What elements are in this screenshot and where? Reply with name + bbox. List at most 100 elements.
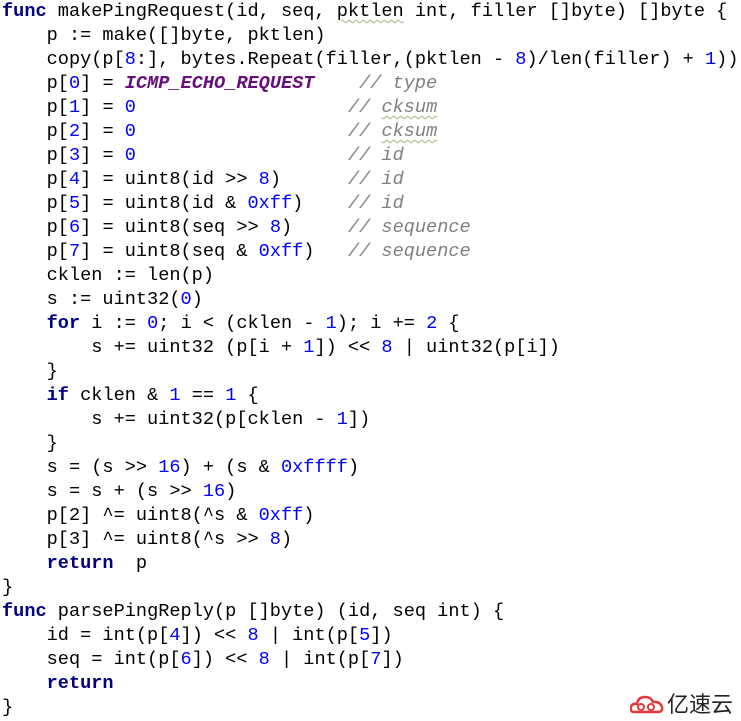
code-line: cklen := len(p) <box>2 264 739 288</box>
code-text: ) <box>191 289 203 310</box>
code-text: ) + (s & <box>180 457 281 478</box>
code-line: p[6] = uint8(seq >> 8) // sequence <box>2 216 739 240</box>
keyword: return <box>46 673 114 694</box>
code-line: s = (s >> 16) + (s & 0xffff) <box>2 456 739 480</box>
code-text: s += uint32(p[cklen - <box>2 409 337 430</box>
code-line: p[7] = uint8(seq & 0xff) // sequence <box>2 240 739 264</box>
number-literal: 0xff <box>258 241 304 262</box>
code-line: s := uint32(0) <box>2 288 739 312</box>
code-line: s += uint32 (p[i + 1]) << 8 | uint32(p[i… <box>2 336 739 360</box>
code-text: ) <box>225 481 237 502</box>
number-literal: 1 <box>325 313 337 334</box>
code-text: ]) << <box>314 337 382 358</box>
number-literal: 1 <box>68 97 81 118</box>
code-text: p <box>113 553 148 574</box>
code-text: ] = uint8(seq & <box>80 241 259 262</box>
code-text: ) <box>292 193 348 214</box>
code-text: p[ <box>2 217 69 238</box>
code-text: cklen := len(p) <box>2 265 215 286</box>
number-literal: 1 <box>705 49 717 70</box>
code-text: s = (s >> <box>2 457 159 478</box>
keyword: for <box>46 313 81 334</box>
code-text: parsePingReply(p []byte) (id, seq int) { <box>46 601 505 622</box>
comment: // id <box>347 145 404 166</box>
number-literal: 0 <box>124 145 136 166</box>
code-line: s = s + (s >> 16) <box>2 480 739 504</box>
watermark-logo: 亿速云 <box>629 687 733 719</box>
code-line: } <box>2 576 739 600</box>
cloud-logo-icon <box>629 695 664 714</box>
number-literal: 8 <box>258 169 270 190</box>
code-line: p[3] = 0 // id <box>2 144 739 168</box>
code-text: == <box>180 385 226 406</box>
number-literal: 5 <box>68 193 81 214</box>
code-text: } <box>2 577 14 598</box>
comment: cksum <box>381 97 438 118</box>
code-text: cklen & <box>68 385 170 406</box>
code-text: } <box>2 361 58 382</box>
number-literal: 0xff <box>258 505 304 526</box>
number-literal: 0 <box>68 73 81 94</box>
code-text: ; i < (cklen - <box>158 313 326 334</box>
code-text: ) <box>303 505 315 526</box>
code-text: ] = <box>80 73 125 94</box>
code-text: { <box>236 385 259 406</box>
number-literal: 0 <box>180 289 192 310</box>
number-literal: 0xffff <box>280 457 348 478</box>
code-line: func parsePingReply(p []byte) (id, seq i… <box>2 600 739 624</box>
code-text: ] = uint8(id & <box>80 193 248 214</box>
number-literal: 7 <box>370 649 382 670</box>
code-line: p[5] = uint8(id & 0xff) // id <box>2 192 739 216</box>
number-literal: 0 <box>124 121 136 142</box>
code-text: p[ <box>2 121 69 142</box>
number-literal: 6 <box>68 217 81 238</box>
code-text: i := <box>80 313 148 334</box>
constant: ICMP_ECHO_REQUEST <box>124 73 315 94</box>
code-text: s = s + (s >> <box>2 481 203 502</box>
number-literal: 1 <box>225 385 237 406</box>
code-text: p := make([]byte, pktlen) <box>2 25 326 46</box>
code-text: ) <box>280 217 348 238</box>
number-literal: 8 <box>124 49 136 70</box>
code-text: copy(p[ <box>2 49 125 70</box>
code-text: ); i += <box>336 313 427 334</box>
number-literal: 2 <box>426 313 438 334</box>
code-text: | uint32(p[i]) <box>392 337 560 358</box>
code-line: p[3] ^= uint8(^s >> 8) <box>2 528 739 552</box>
number-literal: 0 <box>124 97 136 118</box>
comment: // id <box>347 169 404 190</box>
code-line: } <box>2 696 739 720</box>
number-literal: 0xff <box>247 193 293 214</box>
code-text: id = int(p[ <box>2 625 170 646</box>
code-text: p[ <box>2 145 69 166</box>
code-line: s += uint32(p[cklen - 1]) <box>2 408 739 432</box>
code-text: ]) <box>370 625 393 646</box>
code-text: ]) << <box>191 649 259 670</box>
code-text: ]) << <box>180 625 248 646</box>
code-text: ) <box>280 529 293 550</box>
code-text: | int(p[ <box>258 625 360 646</box>
code-text: :], bytes.Repeat(filler,(pktlen - <box>135 49 516 70</box>
number-literal: 4 <box>68 169 81 190</box>
comment: // type <box>359 73 438 94</box>
comment: // <box>347 97 382 118</box>
code-line: p[2] = 0 // cksum <box>2 120 739 144</box>
code-text: s := uint32( <box>2 289 181 310</box>
number-literal: 2 <box>68 121 81 142</box>
code-block: func makePingRequest(id, seq, pktlen int… <box>2 0 739 720</box>
number-literal: 3 <box>68 145 81 166</box>
code-line: seq = int(p[6]) << 8 | int(p[7]) <box>2 648 739 672</box>
keyword: return <box>46 553 114 574</box>
comment: // sequence <box>347 241 471 262</box>
code-text: ]) <box>381 649 404 670</box>
code-line: copy(p[8:], bytes.Repeat(filler,(pktlen … <box>2 48 739 72</box>
code-text: p[3] ^= uint8(^s >> <box>2 529 270 550</box>
code-text: ]) <box>347 409 371 430</box>
code-line: if cklen & 1 == 1 { <box>2 384 739 408</box>
comment: cksum <box>381 121 438 142</box>
code-line: } <box>2 360 739 384</box>
code-text: ] = <box>80 97 125 118</box>
